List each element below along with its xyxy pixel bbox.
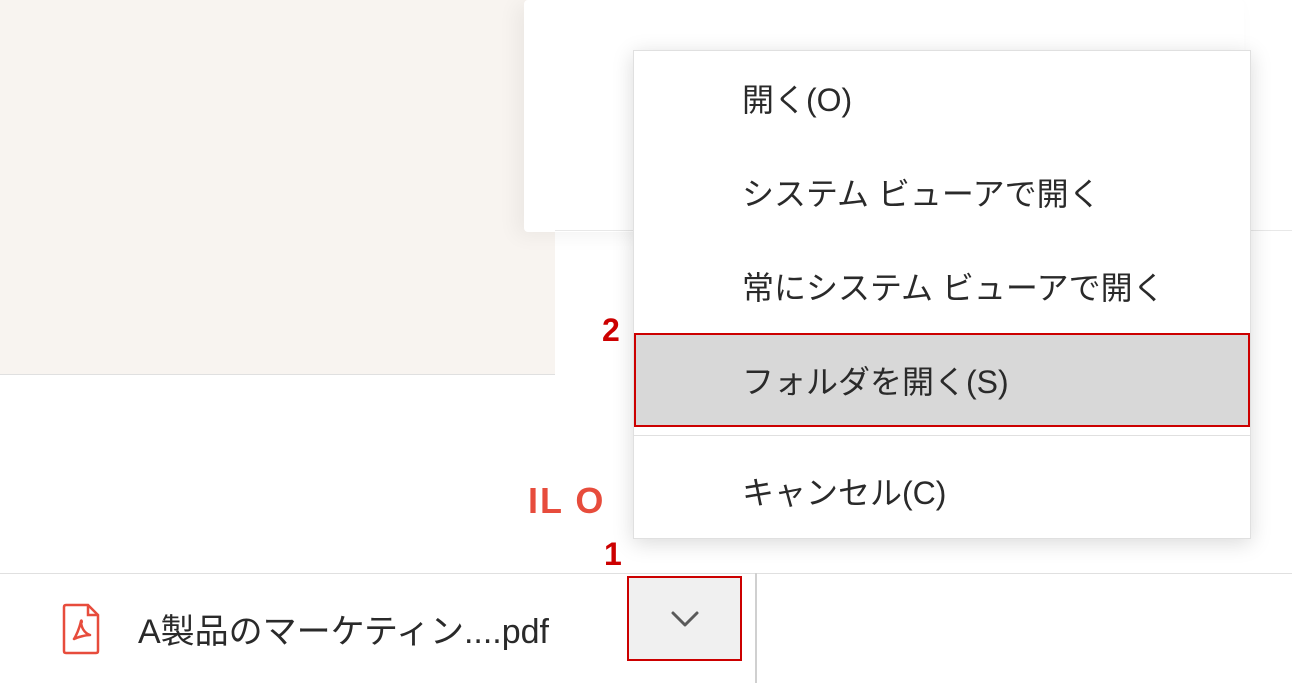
download-item[interactable]: A製品のマーケティン....pdf — [60, 603, 549, 655]
download-options-button[interactable] — [627, 576, 742, 661]
menu-separator — [634, 435, 1250, 436]
menu-cancel[interactable]: キャンセル(C) — [634, 444, 1250, 538]
annotation-label-2: 2 — [602, 312, 620, 349]
menu-open-system-viewer[interactable]: システム ビューアで開く — [634, 145, 1250, 239]
partial-text: IL O — [528, 480, 605, 522]
chevron-down-icon — [669, 609, 701, 629]
pdf-icon — [60, 603, 102, 655]
menu-always-open-system-viewer[interactable]: 常にシステム ビューアで開く — [634, 239, 1250, 333]
download-context-menu: 開く(O) システム ビューアで開く 常にシステム ビューアで開く フォルダを開… — [633, 50, 1251, 539]
annotation-label-1: 1 — [604, 536, 622, 573]
vertical-divider — [755, 573, 757, 683]
content-background — [0, 0, 555, 375]
menu-open[interactable]: 開く(O) — [634, 51, 1250, 145]
menu-open-folder[interactable]: フォルダを開く(S) — [634, 333, 1250, 427]
download-filename: A製品のマーケティン....pdf — [138, 604, 549, 653]
